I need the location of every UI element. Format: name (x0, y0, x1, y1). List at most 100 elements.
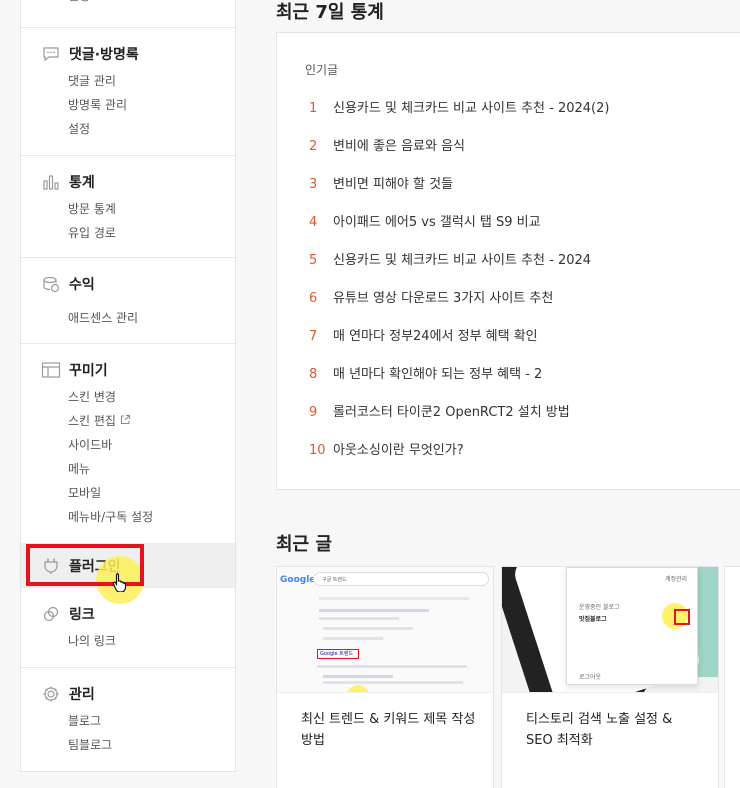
popular-post-row[interactable]: 8 매 년마다 확인해야 되는 정부 혜택 - 2 (309, 363, 542, 382)
layout-icon (41, 360, 61, 380)
thumb-result-label: Google 트렌드 (320, 651, 354, 657)
sidebar-item-mobile[interactable]: 모바일 (68, 485, 101, 501)
popular-post-rank: 8 (309, 367, 318, 382)
sidebar-item-sidebar[interactable]: 사이드바 (68, 437, 112, 453)
stats-section-title: 최근 7일 통계 (276, 2, 384, 23)
popular-post-title[interactable]: 신용카드 및 체크카드 비교 사이트 추천 - 2024 (333, 249, 591, 268)
thumb-search-bar: 구글 트렌드 (313, 572, 489, 586)
popular-post-row[interactable]: 4 아이패드 에어5 vs 갤럭시 탭 S9 비교 (309, 211, 541, 230)
thumb-line (323, 681, 463, 684)
popular-post-row[interactable]: 3 변비면 피해야 할 것들 (309, 173, 453, 192)
sidebar-head-design[interactable]: 꾸미기 (41, 360, 108, 380)
thumb-menu-label: 운영중인 블로그 (579, 604, 620, 611)
popular-post-row[interactable]: 10 아웃소싱이란 무엇인가? (309, 439, 464, 458)
sidebar-item-menu[interactable]: 메뉴 (68, 461, 90, 477)
sidebar-section-comments (21, 27, 235, 28)
sidebar-title-stats: 통계 (69, 175, 95, 191)
thumb-menu-blog: 맛집블로그 (579, 616, 607, 623)
external-link-icon (120, 414, 131, 430)
recent-post-card[interactable]: Google 구글 트렌드 Google 트렌드 최신 트렌드 & 키워드 제목… (276, 566, 494, 788)
popular-post-rank: 5 (309, 253, 318, 268)
popular-post-title[interactable]: 유튜브 영상 다운로드 3가지 사이트 추천 (333, 287, 553, 306)
popular-post-row[interactable]: 6 유튜브 영상 다운로드 3가지 사이트 추천 (309, 287, 553, 306)
sidebar-head-revenue[interactable]: 수익 (41, 274, 95, 294)
recent-post-card-partial[interactable] (724, 566, 740, 788)
sidebar-item-comment-settings[interactable]: 설정 (68, 121, 90, 137)
thumb-menu-account: 계정관리 (665, 576, 688, 583)
thumb-cursor-highlight (347, 685, 369, 692)
coins-icon (41, 274, 61, 294)
sidebar-item-visit-stats[interactable]: 방문 통계 (68, 201, 116, 217)
popular-post-rank: 2 (309, 139, 318, 154)
sidebar-head-stats[interactable]: 통계 (41, 172, 95, 192)
gear-icon (41, 684, 61, 704)
popular-post-row[interactable]: 5 신용카드 및 체크카드 비교 사이트 추천 - 2024 (309, 249, 591, 268)
popular-post-rank: 9 (309, 405, 318, 420)
popular-post-row[interactable]: 7 매 연마다 정부24에서 정부 혜택 확인 (309, 325, 538, 344)
popular-posts-label: 인기글 (305, 63, 339, 77)
speech-bubble-icon (41, 44, 61, 64)
sidebar: 설정 댓글·방명록 댓글 관리 방명록 관리 설정 통계 방문 통계 유입 경로… (20, 0, 236, 772)
hand-pointer-icon (112, 572, 128, 597)
popular-post-title[interactable]: 변비에 좋은 음료와 음식 (333, 135, 465, 154)
sidebar-item-adsense[interactable]: 애드센스 관리 (68, 310, 138, 326)
sidebar-item-blog[interactable]: 블로그 (68, 713, 101, 729)
popular-post-title[interactable]: 매 연마다 정부24에서 정부 혜택 확인 (333, 325, 538, 344)
sidebar-item-my-link[interactable]: 나의 링크 (68, 633, 116, 649)
sidebar-section-manage (21, 667, 235, 668)
popular-post-row[interactable]: 1 신용카드 및 체크카드 비교 사이트 추천 - 2024(2) (309, 97, 609, 116)
popular-post-title[interactable]: 신용카드 및 체크카드 비교 사이트 추천 - 2024(2) (333, 97, 609, 116)
popular-post-row[interactable]: 9 롤러코스터 타이쿤2 OpenRCT2 설치 방법 (309, 401, 570, 420)
popular-posts-panel: 인기글 1 신용카드 및 체크카드 비교 사이트 추천 - 2024(2) 2 변비에… (276, 32, 740, 490)
popular-post-rank: 3 (309, 177, 318, 192)
sidebar-title-revenue: 수익 (69, 277, 95, 293)
sidebar-item-skin-change[interactable]: 스킨 변경 (68, 389, 116, 405)
thumb-line (323, 627, 413, 630)
recent-post-thumbnail: Google 구글 트렌드 Google 트렌드 (277, 567, 493, 693)
sidebar-head-comments[interactable]: 댓글·방명록 (41, 44, 139, 64)
sidebar-item-menubar-subscribe[interactable]: 메뉴바/구독 설정 (68, 509, 153, 525)
popular-post-rank: 6 (309, 291, 318, 306)
bar-chart-icon (41, 172, 61, 192)
sidebar-section-stats (21, 155, 235, 156)
sidebar-head-manage[interactable]: 관리 (41, 684, 95, 704)
sidebar-title-link: 링크 (69, 607, 95, 623)
thumb-line (323, 637, 383, 640)
popular-post-rank: 10 (309, 443, 326, 458)
sidebar-item-comment-manage[interactable]: 댓글 관리 (68, 73, 116, 89)
thumb-line (319, 597, 469, 600)
recent-section-title: 최근 글 (276, 534, 332, 555)
recent-post-title[interactable]: 티스토리 검색 노출 설정 & SEO 최적화 (526, 709, 701, 751)
sidebar-item-skin-edit[interactable]: 스킨 편집 (68, 413, 131, 430)
thumb-menu-logout: 로그아웃 (579, 674, 602, 681)
thumb-line (323, 675, 393, 678)
thumb-line (319, 609, 429, 612)
sidebar-section-design (21, 343, 235, 344)
sidebar-title-manage: 관리 (69, 687, 95, 703)
popular-post-title[interactable]: 롤러코스터 타이쿤2 OpenRCT2 설치 방법 (333, 401, 570, 420)
popular-post-row[interactable]: 2 변비에 좋은 음료와 음식 (309, 135, 465, 154)
popular-post-title[interactable]: 매 년마다 확인해야 되는 정부 혜택 - 2 (333, 363, 542, 382)
link-icon (41, 604, 61, 624)
sidebar-item-settings-top[interactable]: 설정 (68, 0, 90, 4)
recent-post-thumbnail: 계정관리 운영중인 블로그 맛집블로그 로그아웃 (502, 567, 718, 693)
thumb-search-query: 구글 트렌드 (322, 577, 347, 583)
thumb-line (317, 665, 467, 668)
sidebar-head-link[interactable]: 링크 (41, 604, 95, 624)
sidebar-item-skin-edit-label: 스킨 편집 (68, 414, 116, 428)
thumb-highlight-box: Google 트렌드 (317, 649, 359, 659)
recent-post-card[interactable]: 계정관리 운영중인 블로그 맛집블로그 로그아웃 티스토리 검색 노출 설정 &… (501, 566, 719, 788)
recent-post-title[interactable]: 최신 트렌드 & 키워드 제목 작성 방법 (301, 709, 476, 751)
popular-post-rank: 1 (309, 101, 318, 116)
sidebar-item-referrer[interactable]: 유입 경로 (68, 225, 116, 241)
popular-post-title[interactable]: 변비면 피해야 할 것들 (333, 173, 453, 192)
sidebar-section-revenue (21, 257, 235, 258)
thumb-line (319, 617, 399, 620)
sidebar-item-guestbook-manage[interactable]: 방명록 관리 (68, 97, 127, 113)
popular-post-rank: 4 (309, 215, 318, 230)
popular-post-title[interactable]: 아웃소싱이란 무엇인가? (333, 439, 464, 458)
sidebar-item-team-blog[interactable]: 팀블로그 (68, 737, 112, 753)
popular-post-rank: 7 (309, 329, 318, 344)
google-logo: Google (280, 575, 316, 585)
popular-post-title[interactable]: 아이패드 에어5 vs 갤럭시 탭 S9 비교 (333, 211, 541, 230)
